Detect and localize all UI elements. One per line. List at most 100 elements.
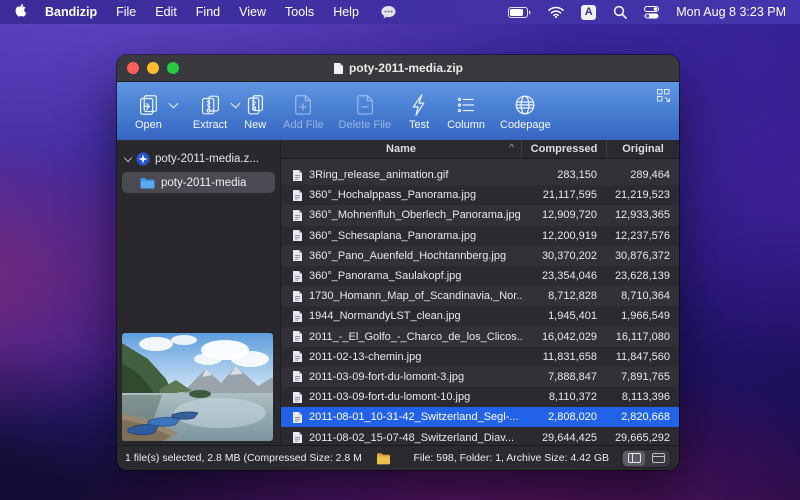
disclosure-chevron-icon[interactable] (124, 153, 132, 161)
toolbar-button-label: Delete File (339, 119, 392, 131)
toolbar-button[interactable]: New (242, 92, 268, 131)
table-row[interactable]: 360°_Schesaplana_Panorama.jpg 12,200,919… (281, 226, 679, 246)
search-icon[interactable] (613, 5, 627, 19)
sidebar-archive-root[interactable]: poty-2011-media.z... (117, 149, 280, 169)
battery-icon[interactable] (508, 7, 531, 18)
document-icon (333, 62, 344, 75)
layout-sidebar-preview-button[interactable] (623, 451, 645, 466)
table-body: 3Ring_release_animation.gif 283,150 289,… (281, 159, 679, 445)
file-name-cell: 3Ring_release_animation.gif (281, 169, 523, 182)
toolbar-button[interactable]: Extract (193, 92, 227, 131)
menu-bar-clock[interactable]: Mon Aug 8 3:23 PM (676, 5, 786, 19)
customize-toolbar-icon[interactable] (657, 89, 670, 102)
toolbar-button[interactable]: Test (406, 92, 432, 131)
menu-item[interactable]: Find (196, 5, 220, 19)
original-size: 11,847,560 (607, 351, 679, 363)
file-name: 1730_Homann_Map_of_Scandinavia,_Nor... (309, 290, 523, 302)
file-icon (292, 391, 303, 404)
layout-bottom-preview-button[interactable] (647, 451, 669, 466)
table-row[interactable]: 2011-02-13-chemin.jpg 11,831,658 11,847,… (281, 347, 679, 367)
input-source-icon[interactable]: A (581, 5, 596, 20)
chat-bubble-icon[interactable] (380, 5, 397, 20)
folder-icon (376, 452, 391, 465)
file-icon (292, 370, 303, 383)
window-title: poty-2011-media.zip (349, 61, 463, 75)
menu-item[interactable]: File (116, 5, 136, 19)
compressed-size: 16,042,029 (523, 331, 607, 343)
menu-items: Bandizip File Edit Find View Tools Help (45, 5, 378, 19)
toolbar-button-icon (290, 92, 316, 118)
table-row[interactable]: 360°_Hochalppass_Panorama.jpg 21,117,595… (281, 185, 679, 205)
sidebar-folder-item[interactable]: poty-2011-media (122, 172, 275, 193)
desktop: { "menu_bar": { "items": [ {"label": "Ba… (0, 0, 800, 500)
table-row[interactable]: 1944_NormandyLST_clean.jpg 1,945,401 1,9… (281, 306, 679, 326)
table-row[interactable]: 2011-03-09-fort-du-lomont-10.jpg 8,110,3… (281, 387, 679, 407)
title-bar[interactable]: poty-2011-media.zip (117, 55, 679, 82)
column-header-original[interactable]: Original (606, 140, 679, 158)
zoom-button[interactable] (167, 62, 179, 74)
file-name-cell: 360°_Panorama_Saulakopf.jpg (281, 270, 523, 283)
apple-menu-icon[interactable] (14, 4, 29, 20)
table-row[interactable]: 360°_Pano_Auenfeld_Hochtannberg.jpg 30,3… (281, 246, 679, 266)
file-name: 360°_Pano_Auenfeld_Hochtannberg.jpg (309, 250, 506, 262)
file-icon (292, 411, 303, 424)
table-row[interactable]: 3Ring_release_animation.gif 283,150 289,… (281, 165, 679, 185)
table-row[interactable]: 360°_Mohnenfluh_Oberlech_Panorama.jpg 12… (281, 205, 679, 225)
toolbar-button-icon (453, 92, 479, 118)
toolbar-button-label: Column (447, 119, 485, 131)
table-row[interactable]: 360°_Panorama_Saulakopf.jpg 23,354,046 2… (281, 266, 679, 286)
original-size: 289,464 (607, 169, 679, 181)
file-name-cell: 360°_Mohnenfluh_Oberlech_Panorama.jpg (281, 209, 523, 222)
file-name-cell: 2011-03-09-fort-du-lomont-3.jpg (281, 370, 523, 383)
close-button[interactable] (127, 62, 139, 74)
bandizip-window: poty-2011-media.zip Open (117, 55, 679, 470)
toolbar-button-label: Add File (283, 119, 323, 131)
menu-item[interactable]: Edit (155, 5, 177, 19)
original-size: 7,891,765 (607, 371, 679, 383)
file-icon (292, 249, 303, 262)
control-center-icon[interactable] (644, 6, 659, 19)
toolbar-button[interactable]: Column (447, 92, 485, 131)
toolbar-button[interactable]: Add File (283, 92, 323, 131)
menu-item[interactable]: Tools (285, 5, 314, 19)
original-size: 16,117,080 (607, 331, 679, 343)
table-row[interactable]: 2011-08-01_10-31-42_Switzerland_Segl-...… (281, 407, 679, 427)
compressed-size: 12,909,720 (523, 209, 607, 221)
file-icon (292, 310, 303, 323)
toolbar-button[interactable]: Delete File (339, 92, 392, 131)
table-header: Name ^ Compressed Original (281, 140, 679, 159)
menu-item[interactable]: View (239, 5, 266, 19)
minimize-button[interactable] (147, 62, 159, 74)
chevron-down-icon[interactable] (169, 98, 179, 108)
table-row[interactable]: 2011-08-02_15-07-48_Switzerland_Diav... … (281, 427, 679, 445)
compressed-size: 11,831,658 (523, 351, 607, 363)
file-name-cell: 2011_-_El_Golfo_-_Charco_de_los_Clicos..… (281, 330, 523, 343)
file-name: 2011-03-09-fort-du-lomont-3.jpg (309, 371, 464, 383)
toolbar-button-label: Test (409, 119, 429, 131)
toolbar-button[interactable]: Codepage (500, 92, 551, 131)
table-row[interactable]: 2011-03-09-fort-du-lomont-3.jpg 7,888,84… (281, 367, 679, 387)
archive-summary: File: 598, Folder: 1, Archive Size: 4.42… (413, 452, 609, 464)
preview-layout-segment (621, 449, 671, 468)
compressed-size: 283,150 (523, 169, 607, 181)
column-header-compressed[interactable]: Compressed (521, 140, 606, 158)
chevron-down-icon[interactable] (231, 98, 241, 108)
toolbar-button-label: Extract (193, 119, 227, 131)
original-size: 8,710,364 (607, 290, 679, 302)
table-row[interactable]: 2011_-_El_Golfo_-_Charco_de_los_Clicos..… (281, 327, 679, 347)
toolbar-button[interactable]: Open (135, 92, 162, 131)
menu-item[interactable]: Bandizip (45, 5, 97, 19)
column-header-name[interactable]: Name ^ (281, 140, 521, 158)
menu-item[interactable]: Help (333, 5, 359, 19)
original-size: 23,628,139 (607, 270, 679, 282)
table-row[interactable]: 1730_Homann_Map_of_Scandinavia,_Nor... 8… (281, 286, 679, 306)
archive-icon (136, 152, 150, 166)
file-table: Name ^ Compressed Original (280, 140, 679, 445)
compressed-size: 8,712,828 (523, 290, 607, 302)
file-icon (292, 330, 303, 343)
compressed-size: 12,200,919 (523, 230, 607, 242)
compressed-size: 23,354,046 (523, 270, 607, 282)
column-header-compressed-label: Compressed (531, 143, 598, 155)
wifi-icon[interactable] (548, 6, 564, 18)
main-content: poty-2011-media.z... poty-2011-media (117, 140, 679, 445)
